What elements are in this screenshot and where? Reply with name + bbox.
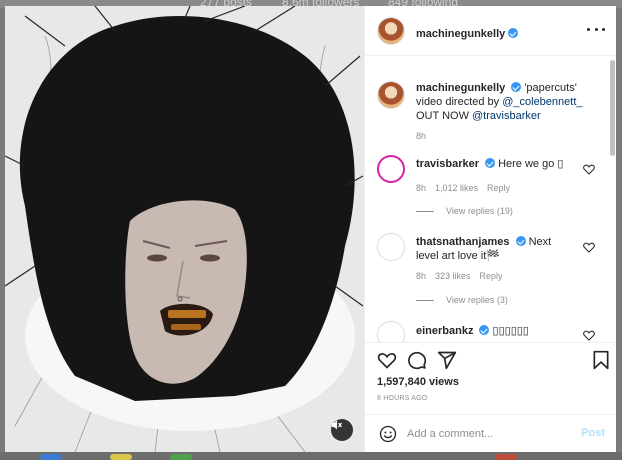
comment-likes[interactable]: 323 likes <box>435 271 471 281</box>
comment-heart-icon[interactable] <box>583 330 595 341</box>
caption-author-avatar[interactable] <box>377 81 405 109</box>
mention-travisbarker[interactable]: @travisbarker <box>472 110 541 122</box>
emoji-smile-icon[interactable] <box>379 425 397 443</box>
comment-meta: 8h 323 likes Reply <box>416 271 512 281</box>
caption-username[interactable]: machinegunkelly <box>416 82 505 94</box>
post-side-panel: machinegunkelly machinegunkelly 'papercu… <box>364 6 616 452</box>
verified-badge-icon <box>485 158 495 168</box>
caption-text: machinegunkelly 'papercuts' video direct… <box>416 81 596 123</box>
verified-badge-icon <box>508 28 519 38</box>
more-options-button[interactable] <box>587 22 605 36</box>
comment-text: einerbankz ▯▯▯▯▯▯ <box>416 324 581 338</box>
post-comment-button[interactable]: Post <box>581 427 605 439</box>
comment-username[interactable]: einerbankz <box>416 325 473 337</box>
view-replies-label: View replies (3) <box>446 295 508 305</box>
comment-username[interactable]: travisbarker <box>416 158 479 170</box>
comment-body: Here we go ▯ <box>498 158 564 170</box>
heart-icon[interactable] <box>377 350 397 370</box>
comment-avatar-thatsnathanjames[interactable] <box>377 233 405 261</box>
comment-username[interactable]: thatsnathanjames <box>416 236 510 248</box>
comment-time: 8h <box>416 271 427 281</box>
reply-button[interactable]: Reply <box>480 271 503 281</box>
caption-body-middle: OUT NOW <box>416 110 473 122</box>
bookmark-icon[interactable] <box>591 350 611 370</box>
paper-plane-icon[interactable] <box>437 350 457 370</box>
post-video[interactable] <box>5 6 364 452</box>
comment-text: thatsnathanjames Next level art love it🏁 <box>416 235 566 263</box>
post-header: machinegunkelly <box>365 6 616 56</box>
mute-button[interactable] <box>331 419 353 441</box>
background-bottom-strip <box>0 452 622 460</box>
speaker-muted-icon <box>332 420 342 430</box>
caption-time: 8h <box>416 131 427 141</box>
comments-list[interactable]: machinegunkelly 'papercuts' video direct… <box>365 56 609 342</box>
replies-divider <box>416 299 434 301</box>
post-actions: 1,597,840 views 8 HOURS AGO <box>365 342 616 412</box>
verified-badge-icon <box>511 82 522 92</box>
comment-body: ▯▯▯▯▯▯ <box>492 325 529 337</box>
video-frame-illustration <box>5 6 364 452</box>
post-modal: machinegunkelly machinegunkelly 'papercu… <box>5 6 616 452</box>
view-replies-button[interactable]: View replies (3) <box>416 295 508 305</box>
reply-button[interactable]: Reply <box>487 183 510 193</box>
author-name-row: machinegunkelly <box>416 24 519 42</box>
view-replies-button[interactable]: View replies (19) <box>416 206 513 216</box>
comments-scrollbar[interactable] <box>610 60 615 156</box>
replies-divider <box>416 210 434 212</box>
author-username[interactable]: machinegunkelly <box>416 28 505 40</box>
mention-colebennett[interactable]: @_colebennett_ <box>502 96 582 108</box>
comment-meta: 8h 1,012 likes Reply <box>416 183 519 193</box>
comment-time: 8h <box>416 183 427 193</box>
author-avatar[interactable] <box>377 17 405 45</box>
more-horizontal-icon <box>587 27 590 31</box>
comment-bubble-icon[interactable] <box>407 350 427 370</box>
comment-text: travisbarker Here we go ▯ <box>416 157 581 171</box>
comment-avatar-einerbankz[interactable] <box>377 321 405 342</box>
view-replies-label: View replies (19) <box>446 206 513 216</box>
comment-likes[interactable]: 1,012 likes <box>435 183 478 193</box>
add-comment-form: Post <box>365 414 616 452</box>
verified-badge-icon <box>515 236 526 246</box>
view-count[interactable]: 1,597,840 views <box>377 376 459 388</box>
post-timestamp[interactable]: 8 HOURS AGO <box>377 395 427 402</box>
comment-heart-icon[interactable] <box>583 164 595 175</box>
comment-heart-icon[interactable] <box>583 242 595 253</box>
comment-input[interactable] <box>407 425 567 443</box>
comment-avatar-travisbarker[interactable] <box>377 155 405 183</box>
verified-badge-icon <box>479 325 490 335</box>
